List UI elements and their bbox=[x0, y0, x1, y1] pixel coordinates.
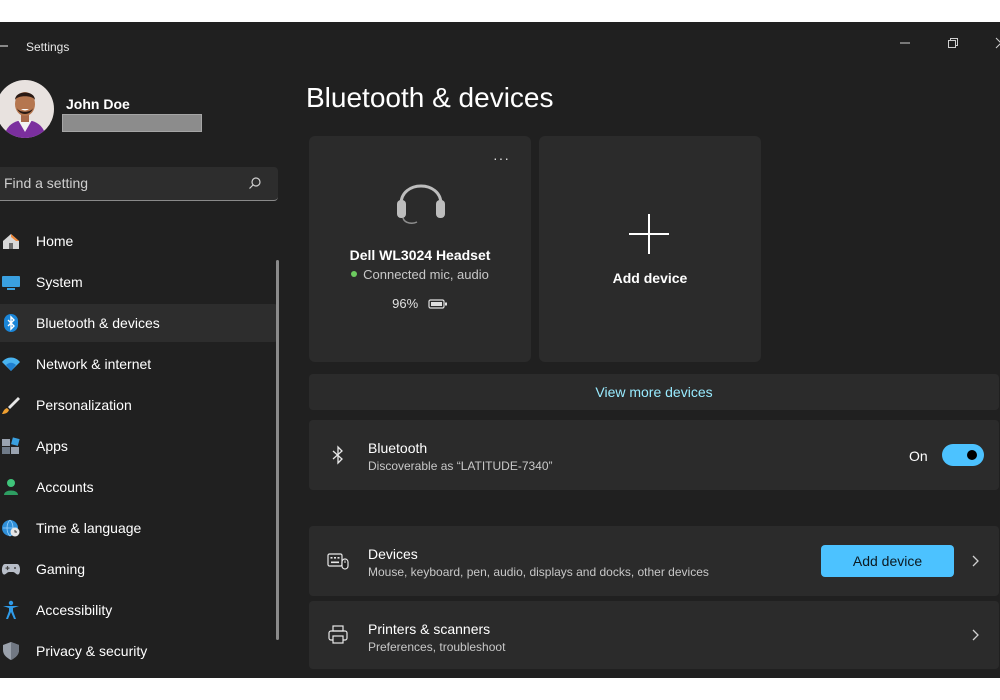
sidebar-item-gaming[interactable]: Gaming bbox=[0, 550, 278, 588]
restore-icon bbox=[948, 38, 958, 48]
printers-subtitle: Preferences, troubleshoot bbox=[368, 640, 506, 654]
headset-icon bbox=[397, 184, 445, 224]
sidebar-item-label: Apps bbox=[36, 438, 68, 454]
connected-indicator-icon bbox=[351, 271, 358, 277]
bluetooth-setting-row: Bluetooth Discoverable as “LATITUDE-7340… bbox=[309, 420, 999, 490]
profile-email-redacted bbox=[62, 114, 202, 132]
toggle-knob bbox=[967, 450, 977, 460]
add-device-label: Add device bbox=[612, 270, 688, 286]
account-icon bbox=[4, 479, 18, 495]
app-title: Settings bbox=[26, 40, 70, 54]
sidebar-item-label: Network & internet bbox=[36, 356, 152, 372]
chevron-right-icon[interactable] bbox=[969, 554, 981, 568]
keyboard-mouse-icon bbox=[327, 553, 349, 570]
shield-icon bbox=[3, 642, 19, 660]
bottom-margin bbox=[0, 678, 1000, 700]
bluetooth-toggle[interactable] bbox=[942, 444, 984, 466]
printers-title: Printers & scanners bbox=[368, 621, 491, 637]
sidebar-item-bluetooth[interactable]: Bluetooth & devices bbox=[0, 304, 278, 342]
restore-button[interactable] bbox=[930, 28, 976, 58]
title-bar: Settings bbox=[0, 22, 1000, 70]
close-button[interactable] bbox=[978, 28, 1000, 58]
sidebar-item-label: Bluetooth & devices bbox=[36, 315, 160, 331]
globe-clock-icon bbox=[2, 519, 20, 537]
sidebar-item-personalization[interactable]: Personalization bbox=[0, 386, 278, 424]
view-more-devices-button[interactable]: View more devices bbox=[309, 374, 999, 410]
plus-icon bbox=[629, 214, 669, 254]
more-options-button[interactable]: ··· bbox=[493, 150, 510, 166]
bluetooth-icon bbox=[4, 314, 18, 332]
sidebar-item-system[interactable]: System bbox=[0, 263, 278, 301]
accessibility-icon bbox=[3, 600, 19, 619]
printers-setting-row[interactable]: Printers & scanners Preferences, trouble… bbox=[309, 601, 999, 669]
add-device-card[interactable]: Add device bbox=[539, 136, 761, 362]
sidebar-item-label: Accounts bbox=[36, 479, 94, 495]
battery-status: 96% bbox=[309, 296, 531, 311]
minimize-icon bbox=[900, 42, 910, 44]
search-box[interactable] bbox=[0, 167, 278, 201]
sidebar-item-network[interactable]: Network & internet bbox=[0, 345, 278, 383]
bluetooth-toggle-state: On bbox=[909, 448, 928, 464]
sidebar-item-home[interactable]: Home bbox=[0, 222, 278, 260]
gamepad-icon bbox=[1, 564, 21, 575]
bluetooth-subtitle: Discoverable as “LATITUDE-7340” bbox=[368, 459, 553, 473]
settings-window: Settings John Doe Find a setting Home Sy… bbox=[0, 22, 1000, 678]
sidebar-item-time-language[interactable]: Time & language bbox=[0, 509, 278, 547]
close-icon bbox=[995, 37, 1000, 49]
chevron-right-icon[interactable] bbox=[969, 628, 981, 642]
printer-icon bbox=[328, 625, 348, 644]
page-title: Bluetooth & devices bbox=[306, 82, 554, 113]
sidebar-item-label: Time & language bbox=[36, 520, 142, 536]
add-device-button[interactable]: Add device bbox=[821, 545, 954, 577]
device-name: Dell WL3024 Headset bbox=[349, 247, 491, 263]
sidebar-scrollbar[interactable] bbox=[276, 260, 279, 640]
devices-title: Devices bbox=[368, 546, 418, 562]
sidebar-item-label: System bbox=[36, 274, 83, 290]
avatar[interactable] bbox=[0, 80, 54, 138]
apps-icon bbox=[2, 437, 20, 454]
sidebar-item-accounts[interactable]: Accounts bbox=[0, 468, 278, 506]
wifi-icon bbox=[2, 357, 20, 371]
profile-name: John Doe bbox=[66, 96, 130, 112]
battery-level: 96% bbox=[392, 296, 419, 311]
brush-icon bbox=[2, 397, 20, 414]
device-card-headset[interactable]: ··· Dell WL3024 Headset Connected mic, a… bbox=[309, 136, 531, 362]
devices-setting-row[interactable]: Devices Mouse, keyboard, pen, audio, dis… bbox=[309, 526, 999, 596]
minimize-button[interactable] bbox=[882, 28, 928, 58]
sidebar-item-label: Accessibility bbox=[36, 602, 113, 618]
search-input[interactable] bbox=[4, 167, 234, 199]
devices-subtitle: Mouse, keyboard, pen, audio, displays an… bbox=[368, 565, 709, 579]
sidebar-item-accessibility[interactable]: Accessibility bbox=[0, 591, 278, 629]
back-arrow-icon[interactable] bbox=[0, 37, 10, 55]
sidebar-item-label: Gaming bbox=[36, 561, 86, 577]
sidebar-item-label: Home bbox=[36, 233, 74, 249]
sidebar-item-apps[interactable]: Apps bbox=[0, 427, 278, 465]
device-status-line: Connected mic, audio bbox=[309, 267, 531, 282]
device-status: Connected mic, audio bbox=[363, 267, 489, 282]
search-icon[interactable] bbox=[248, 176, 262, 190]
sidebar-item-label: Personalization bbox=[36, 397, 132, 413]
bluetooth-title: Bluetooth bbox=[368, 440, 428, 456]
sidebar-item-privacy-security[interactable]: Privacy & security bbox=[0, 632, 278, 670]
monitor-icon bbox=[2, 276, 20, 290]
home-icon bbox=[3, 234, 19, 249]
sidebar-item-label: Privacy & security bbox=[36, 643, 148, 659]
bluetooth-icon bbox=[332, 445, 343, 465]
battery-icon bbox=[428, 299, 447, 309]
